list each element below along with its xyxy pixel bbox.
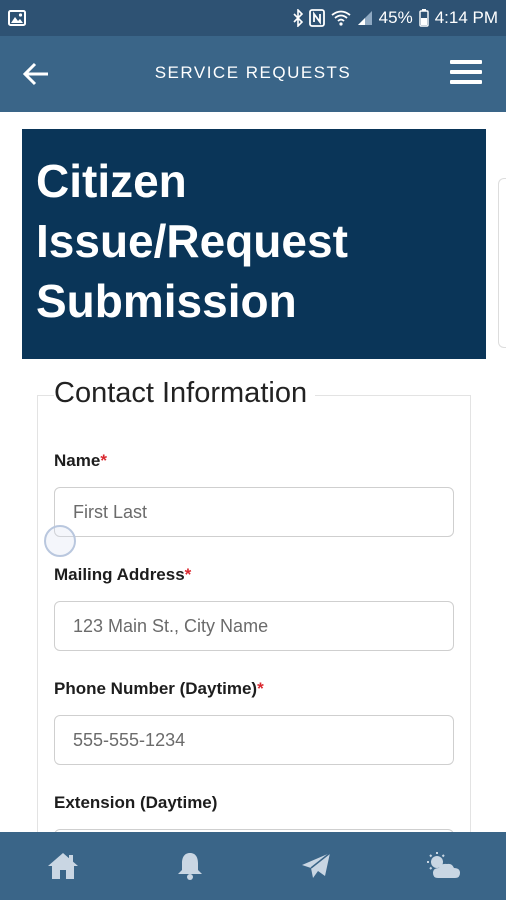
name-input[interactable]: First Last	[54, 487, 454, 537]
title-line-2: Issue/Request	[36, 215, 348, 267]
mailing-address-placeholder: 123 Main St., City Name	[73, 615, 269, 636]
phone-placeholder: 555-555-1234	[73, 729, 186, 750]
name-placeholder: First Last	[73, 501, 148, 522]
image-icon	[8, 10, 26, 26]
name-label: Name*	[54, 451, 107, 471]
hamburger-menu-icon[interactable]	[450, 60, 482, 88]
bell-icon[interactable]	[158, 838, 222, 894]
required-marker: *	[184, 565, 192, 584]
side-drawer-handle[interactable]	[498, 178, 506, 348]
title-line-1: Citizen	[36, 155, 187, 207]
wifi-icon	[331, 10, 351, 26]
phone-label-text: Phone Number (Daytime)	[54, 679, 258, 698]
app-bar: SERVICE REQUESTS	[0, 36, 506, 112]
home-icon[interactable]	[31, 838, 95, 894]
section-title: Contact Information	[54, 377, 316, 410]
extension-label-text: Extension (Daytime)	[54, 793, 218, 812]
required-marker: *	[257, 679, 264, 698]
bluetooth-icon	[293, 9, 303, 27]
clock: 4:14 PM	[434, 8, 498, 27]
mailing-address-label: Mailing Address*	[54, 565, 191, 585]
phone-label: Phone Number (Daytime)*	[54, 679, 264, 699]
name-label-text: Name	[54, 451, 101, 470]
touch-indicator	[44, 525, 76, 557]
bottom-nav	[0, 832, 506, 900]
required-marker: *	[100, 451, 107, 470]
mailing-address-label-text: Mailing Address	[54, 565, 185, 584]
weather-icon[interactable]	[411, 838, 475, 894]
title-line-3: Submission	[36, 275, 297, 327]
page-title: Citizen Issue/Request Submission	[36, 151, 472, 331]
status-bar: 45% 4:14 PM	[0, 0, 506, 36]
mailing-address-input[interactable]: 123 Main St., City Name	[54, 601, 454, 651]
send-icon[interactable]	[284, 838, 348, 894]
nfc-icon	[308, 9, 325, 27]
phone-input[interactable]: 555-555-1234	[54, 715, 454, 765]
battery-icon	[418, 9, 429, 27]
battery-percent: 45%	[378, 8, 413, 27]
page-content: Citizen Issue/Request Submission Contact…	[0, 112, 506, 832]
page-hero: Citizen Issue/Request Submission	[22, 129, 486, 359]
app-title: SERVICE REQUESTS	[154, 63, 352, 82]
extension-label: Extension (Daytime)	[54, 793, 217, 813]
signal-icon	[357, 10, 373, 26]
